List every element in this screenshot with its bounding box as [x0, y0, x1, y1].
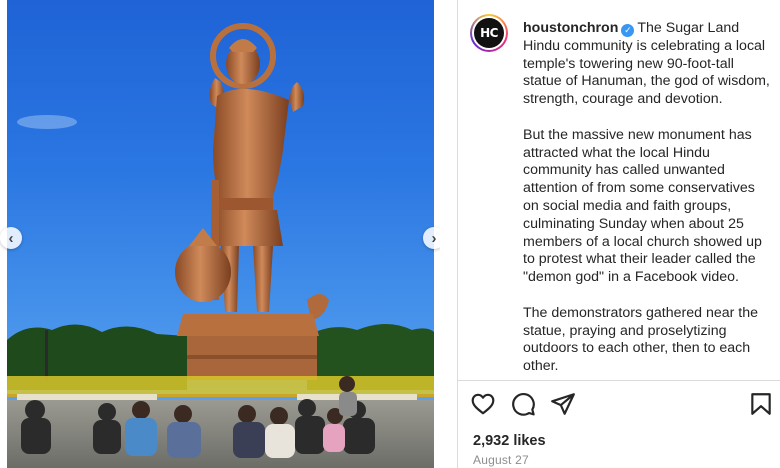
bookmark-icon [751, 393, 771, 415]
likes-count[interactable]: 2,932 likes [473, 433, 546, 449]
caption-paragraph-2: But the massive new monument has attract… [523, 126, 762, 286]
chevron-right-icon: › [431, 229, 437, 247]
heart-icon [471, 393, 495, 415]
comment-icon [512, 393, 535, 416]
avatar-logo: HC [474, 18, 504, 48]
send-icon [551, 393, 575, 415]
caption-paragraph-1: houstonchron ✓ The Sugar Land Hindu commun… [523, 20, 771, 109]
statue-photo-illustration [7, 23, 434, 468]
next-image-button[interactable]: › [423, 227, 440, 249]
chevron-left-icon: ‹ [8, 229, 14, 247]
share-button[interactable] [550, 391, 578, 419]
caption-paragraph-3: The demonstrators gathered near the stat… [523, 304, 759, 375]
avatar[interactable]: HC [470, 14, 508, 52]
post-media: ‹ › [0, 0, 440, 468]
username-link[interactable]: houstonchron [523, 20, 618, 36]
caption-panel: HC houstonchron ✓ The Sugar Land Hindu com… [458, 0, 780, 380]
like-button[interactable] [470, 391, 498, 419]
comment-button[interactable] [510, 391, 538, 419]
post-date[interactable]: August 27 [473, 453, 529, 467]
post-caption: houstonchron ✓ The Sugar Land Hindu commun… [523, 20, 771, 380]
save-button[interactable] [748, 391, 776, 419]
action-bar [470, 391, 774, 419]
post-photo [7, 0, 434, 468]
actions-divider [458, 380, 780, 381]
previous-image-button[interactable]: ‹ [0, 227, 22, 249]
verified-badge-icon: ✓ [621, 24, 635, 37]
